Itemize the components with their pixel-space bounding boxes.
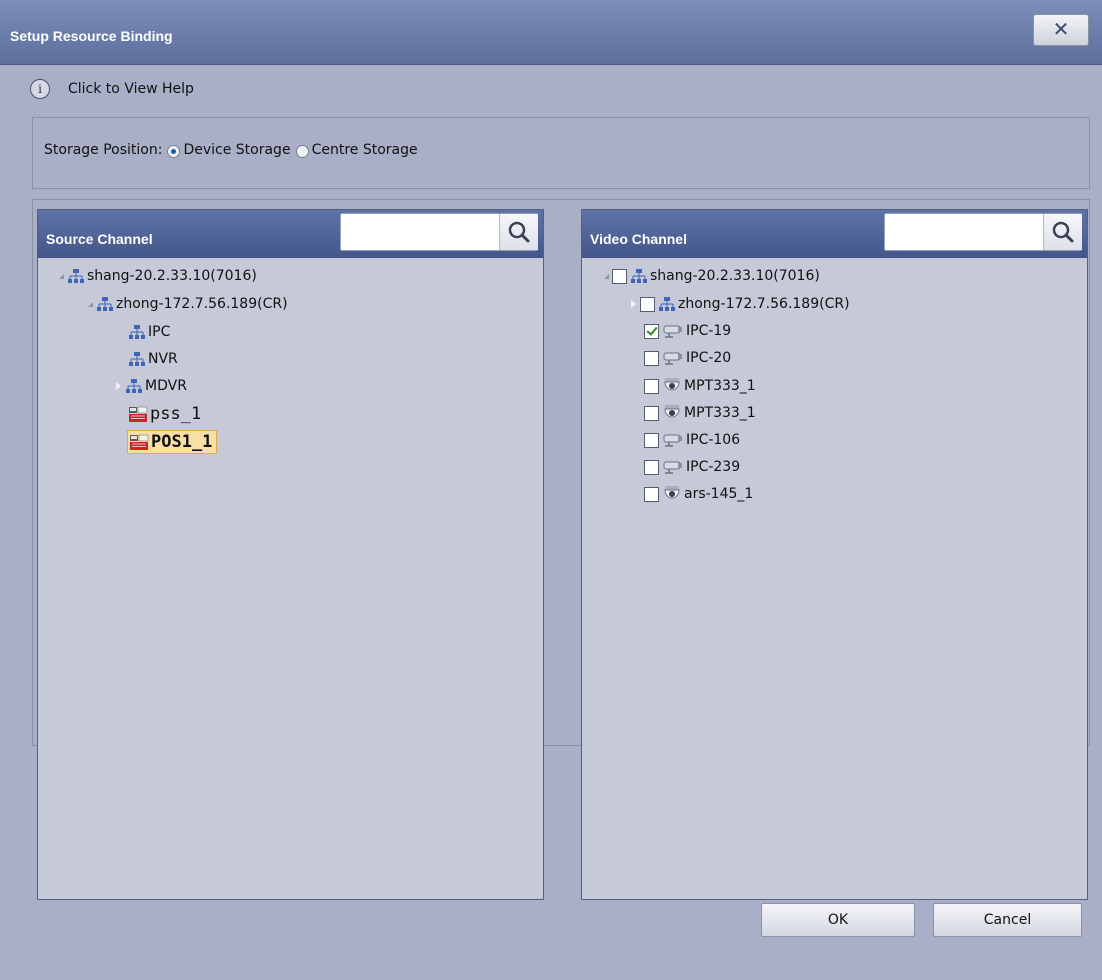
video-search-input[interactable] [885, 214, 1055, 250]
tree-node-pss[interactable]: pss_1 [128, 403, 201, 425]
device-storage-label[interactable]: Device Storage [183, 142, 290, 158]
tree-node-shang[interactable]: shang-20.2.33.10(7016) [604, 265, 820, 287]
tree-node-label: POS1_1 [151, 432, 213, 452]
tree-node-label: MPT333_1 [684, 378, 756, 394]
node-checkbox[interactable] [644, 378, 659, 394]
node-checkbox[interactable] [644, 486, 659, 502]
window-title: Setup Resource Binding [10, 28, 173, 44]
collapse-arrow-icon[interactable] [631, 300, 636, 308]
tree-node-ipc-20[interactable]: IPC-20 [644, 347, 731, 369]
tree-node-label: pss_1 [150, 404, 202, 424]
tree-node-label: NVR [148, 351, 178, 367]
bullet-camera-icon [663, 325, 682, 338]
node-checkbox[interactable] [640, 296, 655, 312]
pos-terminal-icon [129, 406, 148, 422]
network-icon [659, 297, 675, 311]
video-channel-title: Video Channel [590, 231, 687, 247]
dome-camera-icon [664, 378, 680, 391]
tree-node-label: shang-20.2.33.10(7016) [87, 268, 257, 284]
network-icon [631, 269, 647, 283]
title-bar: Setup Resource Binding ✕ [0, 0, 1102, 65]
network-icon [68, 269, 84, 283]
video-channel-header: Video Channel [582, 210, 1087, 258]
source-channel-panel: Source Channel shang-20.2.33.10(7016) zh… [37, 209, 544, 900]
tree-node-mpt333-1[interactable]: MPT333_1 [644, 375, 756, 397]
device-storage-radio[interactable] [167, 144, 181, 158]
tree-node-label: shang-20.2.33.10(7016) [650, 268, 820, 284]
tree-node-ipc[interactable]: IPC [128, 321, 170, 343]
tree-node-shang[interactable]: shang-20.2.33.10(7016) [59, 265, 257, 287]
tree-node-label: zhong-172.7.56.189(CR) [116, 296, 288, 312]
storage-position-label: Storage Position: [44, 142, 163, 158]
collapse-arrow-icon[interactable] [116, 382, 121, 390]
network-icon [129, 352, 145, 366]
pos-terminal-icon [130, 434, 149, 450]
source-search-box [340, 213, 538, 251]
tree-node-label: IPC-106 [686, 432, 741, 448]
cancel-button[interactable]: Cancel [933, 903, 1082, 937]
source-channel-title: Source Channel [46, 231, 153, 247]
node-checkbox[interactable] [644, 405, 659, 421]
tree-node-ipc-106[interactable]: IPC-106 [644, 429, 740, 451]
search-icon [508, 221, 530, 243]
source-search-button[interactable] [499, 214, 538, 250]
tree-node-pos1-selected[interactable]: POS1_1 [127, 430, 218, 454]
tree-node-label: IPC-20 [686, 350, 732, 366]
tree-node-zhong[interactable]: zhong-172.7.56.189(CR) [88, 293, 288, 315]
tree-node-label: ars-145_1 [684, 486, 754, 502]
tree-node-ipc-19[interactable]: IPC-19 [644, 320, 731, 342]
network-icon [126, 379, 142, 393]
bullet-camera-icon [663, 434, 682, 447]
source-channel-header: Source Channel [38, 210, 543, 258]
video-search-button[interactable] [1043, 214, 1082, 250]
node-checkbox[interactable] [644, 459, 659, 475]
tree-node-label: MPT333_1 [684, 405, 756, 421]
tree-node-mdvr[interactable]: MDVR [116, 375, 187, 397]
video-search-box [884, 213, 1082, 251]
search-icon [1052, 221, 1074, 243]
video-channel-panel: Video Channel shang-20.2.33.10(7016) zho… [581, 209, 1088, 900]
tree-node-ars-145-1[interactable]: ars-145_1 [644, 483, 753, 505]
source-search-input[interactable] [341, 214, 511, 250]
dome-camera-icon [664, 486, 680, 499]
help-link[interactable]: i Click to View Help [30, 77, 194, 101]
centre-storage-label[interactable]: Centre Storage [312, 142, 418, 158]
info-icon: i [30, 79, 50, 99]
tree-node-mpt333-1b[interactable]: MPT333_1 [644, 402, 756, 424]
node-checkbox[interactable] [644, 350, 659, 366]
expand-arrow-icon[interactable] [59, 273, 64, 279]
tree-node-zhong[interactable]: zhong-172.7.56.189(CR) [631, 293, 850, 315]
network-icon [97, 297, 113, 311]
centre-storage-radio[interactable] [295, 144, 309, 158]
help-label: Click to View Help [68, 81, 194, 97]
tree-node-label: IPC [148, 324, 171, 340]
tree-node-nvr[interactable]: NVR [128, 348, 178, 370]
node-checkbox[interactable] [644, 432, 659, 448]
close-icon: ✕ [1052, 17, 1070, 41]
tree-node-label: IPC-239 [686, 459, 741, 475]
node-checkbox-checked[interactable] [644, 323, 659, 339]
close-button[interactable]: ✕ [1033, 14, 1089, 46]
expand-arrow-icon[interactable] [604, 273, 609, 279]
tree-node-label: MDVR [145, 378, 187, 394]
dome-camera-icon [664, 405, 680, 418]
bullet-camera-icon [663, 461, 682, 474]
expand-arrow-icon[interactable] [88, 301, 93, 307]
tree-node-label: IPC-19 [686, 323, 732, 339]
ok-button[interactable]: OK [761, 903, 915, 937]
tree-node-ipc-239[interactable]: IPC-239 [644, 456, 740, 478]
tree-node-label: zhong-172.7.56.189(CR) [678, 296, 850, 312]
bullet-camera-icon [663, 352, 682, 365]
storage-position-row: Storage Position: Device Storage Centre … [44, 142, 418, 158]
node-checkbox[interactable] [612, 268, 627, 284]
network-icon [129, 325, 145, 339]
